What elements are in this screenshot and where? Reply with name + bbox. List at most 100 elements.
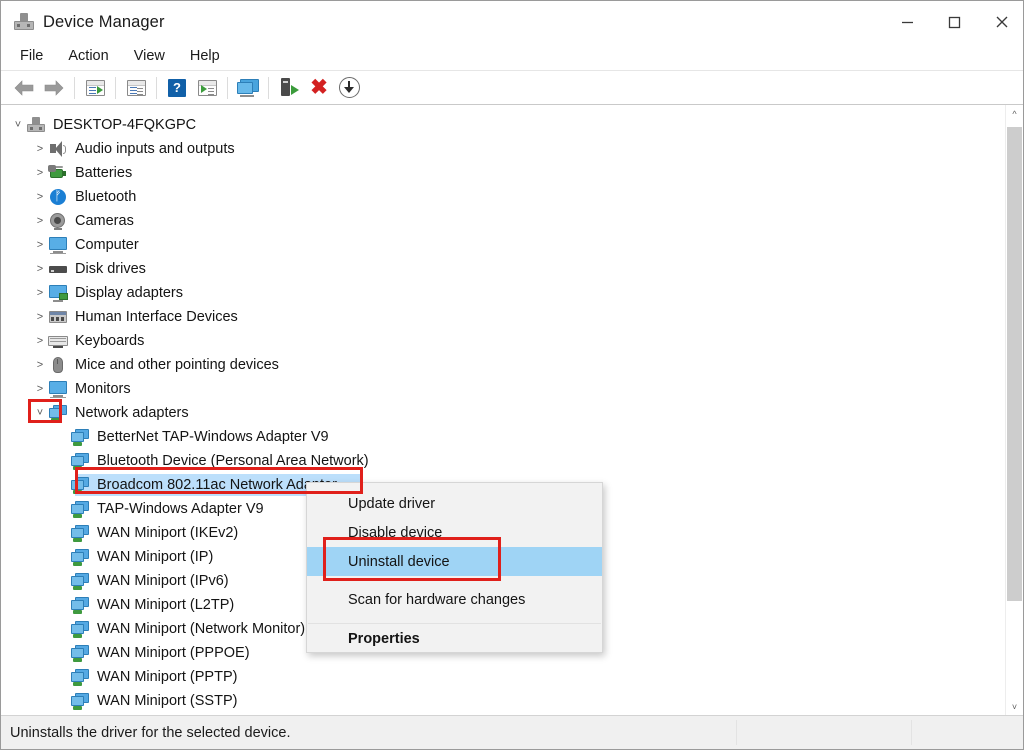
tree-item-label: WAN Miniport (PPPOE) [97,645,250,661]
tree-item-label: WAN Miniport (SSTP) [97,693,237,709]
window-title: Device Manager [43,13,165,32]
chevron-down-icon[interactable]: ˅ [10,119,26,131]
tree-item[interactable]: ˃Audio inputs and outputs [1,137,1007,161]
tree-item-label: Mice and other pointing devices [75,357,279,373]
chevron-down-icon[interactable]: ˅ [32,407,48,419]
chevron-right-icon[interactable]: ˃ [32,287,48,299]
tree-item[interactable]: ˃Disk drives [1,257,1007,281]
chevron-right-icon[interactable]: ˃ [32,239,48,251]
context-menu-item-uninstall-device[interactable]: Uninstall device [307,547,602,576]
context-menu-item-properties[interactable]: Properties [307,624,602,653]
tree-item[interactable]: ˃ Display adapters [1,281,1007,305]
tree-item[interactable]: ˃Batteries [1,161,1007,185]
battery-icon [48,164,68,182]
tree-item-label: Human Interface Devices [75,309,238,325]
status-bar: Uninstalls the driver for the selected d… [1,715,1024,749]
show-hide-console-tree-button[interactable] [121,75,151,101]
tree-item-label: Cameras [75,213,134,229]
tree-item-label: WAN Miniport (IP) [97,549,213,565]
scroll-up-button[interactable]: ^ [1006,105,1023,123]
toolbar-separator [227,77,228,99]
camera-icon [48,212,68,230]
title-bar: Device Manager [1,1,1024,43]
tree-item-label: Display adapters [75,285,183,301]
bluetooth-icon: ᚠ [48,188,68,206]
network-adapter-icon [70,476,90,494]
mouse-icon [48,356,68,374]
tree-item[interactable]: BetterNet TAP-Windows Adapter V9 [1,425,1007,449]
display-adapter-icon [48,284,68,302]
tree-item-label: Monitors [75,381,131,397]
tree-item[interactable]: ˃ Mice and other pointing devices [1,353,1007,377]
properties-button[interactable] [192,75,222,101]
tree-item[interactable]: ˃ Computer [1,233,1007,257]
uninstall-device-button[interactable]: ✖ [304,75,334,101]
tree-item-label: TAP-Windows Adapter V9 [97,501,264,517]
window-pane-icon [127,80,146,96]
context-menu-item-scan-for-hardware-changes[interactable]: Scan for hardware changes [307,585,602,614]
tree-item-label: BetterNet TAP-Windows Adapter V9 [97,429,329,445]
forward-button[interactable] [39,75,69,101]
disable-device-button[interactable] [334,75,364,101]
network-adapter-icon [48,404,68,422]
update-driver-button[interactable] [274,75,304,101]
context-menu-item-disable-device[interactable]: Disable device [307,518,602,547]
context-menu-item-update-driver[interactable]: Update driver [307,489,602,518]
tree-item[interactable]: ˃ Monitors [1,377,1007,401]
disk-drive-icon [48,260,68,278]
network-adapter-icon [70,428,90,446]
maximize-button[interactable] [931,1,978,43]
computer-icon [26,116,46,134]
tree-item-label: Computer [75,237,139,253]
menu-view[interactable]: View [123,45,176,68]
status-divider [736,720,737,745]
toolbar: ? ✖ [1,71,1024,105]
help-button[interactable]: ? [162,75,192,101]
chevron-right-icon[interactable]: ˃ [32,215,48,227]
menu-action[interactable]: Action [57,45,119,68]
chevron-right-icon[interactable]: ˃ [32,359,48,371]
vertical-scrollbar[interactable]: ^ ˅ [1005,105,1023,716]
tree-item[interactable]: ˃ Cameras [1,209,1007,233]
tree-item[interactable]: Bluetooth Device (Personal Area Network) [1,449,1007,473]
window-green-arrow-icon [86,80,105,96]
tree-item[interactable]: ˅ Network adapters [1,401,1007,425]
tree-item-label: Bluetooth Device (Personal Area Network) [97,453,369,469]
chevron-right-icon[interactable]: ˃ [32,263,48,275]
chevron-right-icon[interactable]: ˃ [32,191,48,203]
tree-item[interactable]: ˃Keyboards [1,329,1007,353]
minimize-button[interactable] [884,1,931,43]
scrollbar-track[interactable] [1006,123,1023,698]
tree-root-item[interactable]: ˅ DESKTOP-4FQKGPC [1,113,1007,137]
network-adapter-icon [70,692,90,710]
tree-item[interactable]: ˃ Human Interface Devices [1,305,1007,329]
keyboard-icon [48,332,68,350]
tree-item[interactable]: WAN Miniport (SSTP) [1,689,1007,713]
tree-item-label: Network adapters [75,405,189,421]
chevron-right-icon[interactable]: ˃ [32,335,48,347]
monitor-scan-icon [237,79,259,97]
tree-item-label: WAN Miniport (Network Monitor) [97,621,305,637]
chevron-right-icon[interactable]: ˃ [32,167,48,179]
device-manager-icon [14,12,34,32]
down-arrow-circle-icon [339,77,360,98]
tree-item-label: DESKTOP-4FQKGPC [53,117,196,133]
network-adapter-icon [70,548,90,566]
chevron-right-icon[interactable]: ˃ [32,311,48,323]
menu-file[interactable]: File [9,45,54,68]
tree-item-label: WAN Miniport (IPv6) [97,573,229,589]
tree-item[interactable]: WAN Miniport (PPTP) [1,665,1007,689]
chevron-right-icon[interactable]: ˃ [32,143,48,155]
scroll-down-button[interactable]: ˅ [1006,698,1023,716]
window-controls [884,1,1024,43]
chevron-right-icon[interactable]: ˃ [32,383,48,395]
tree-item[interactable]: ˃ᚠBluetooth [1,185,1007,209]
scrollbar-thumb[interactable] [1007,127,1022,601]
context-menu[interactable]: Update driver Disable device Uninstall d… [306,482,603,653]
scan-for-hardware-changes-button[interactable] [233,75,263,101]
back-button[interactable] [9,75,39,101]
close-button[interactable] [978,1,1024,43]
menu-help[interactable]: Help [179,45,231,68]
device-manager-window: Device Manager File Action View Help [0,0,1024,750]
up-one-level-button[interactable] [80,75,110,101]
